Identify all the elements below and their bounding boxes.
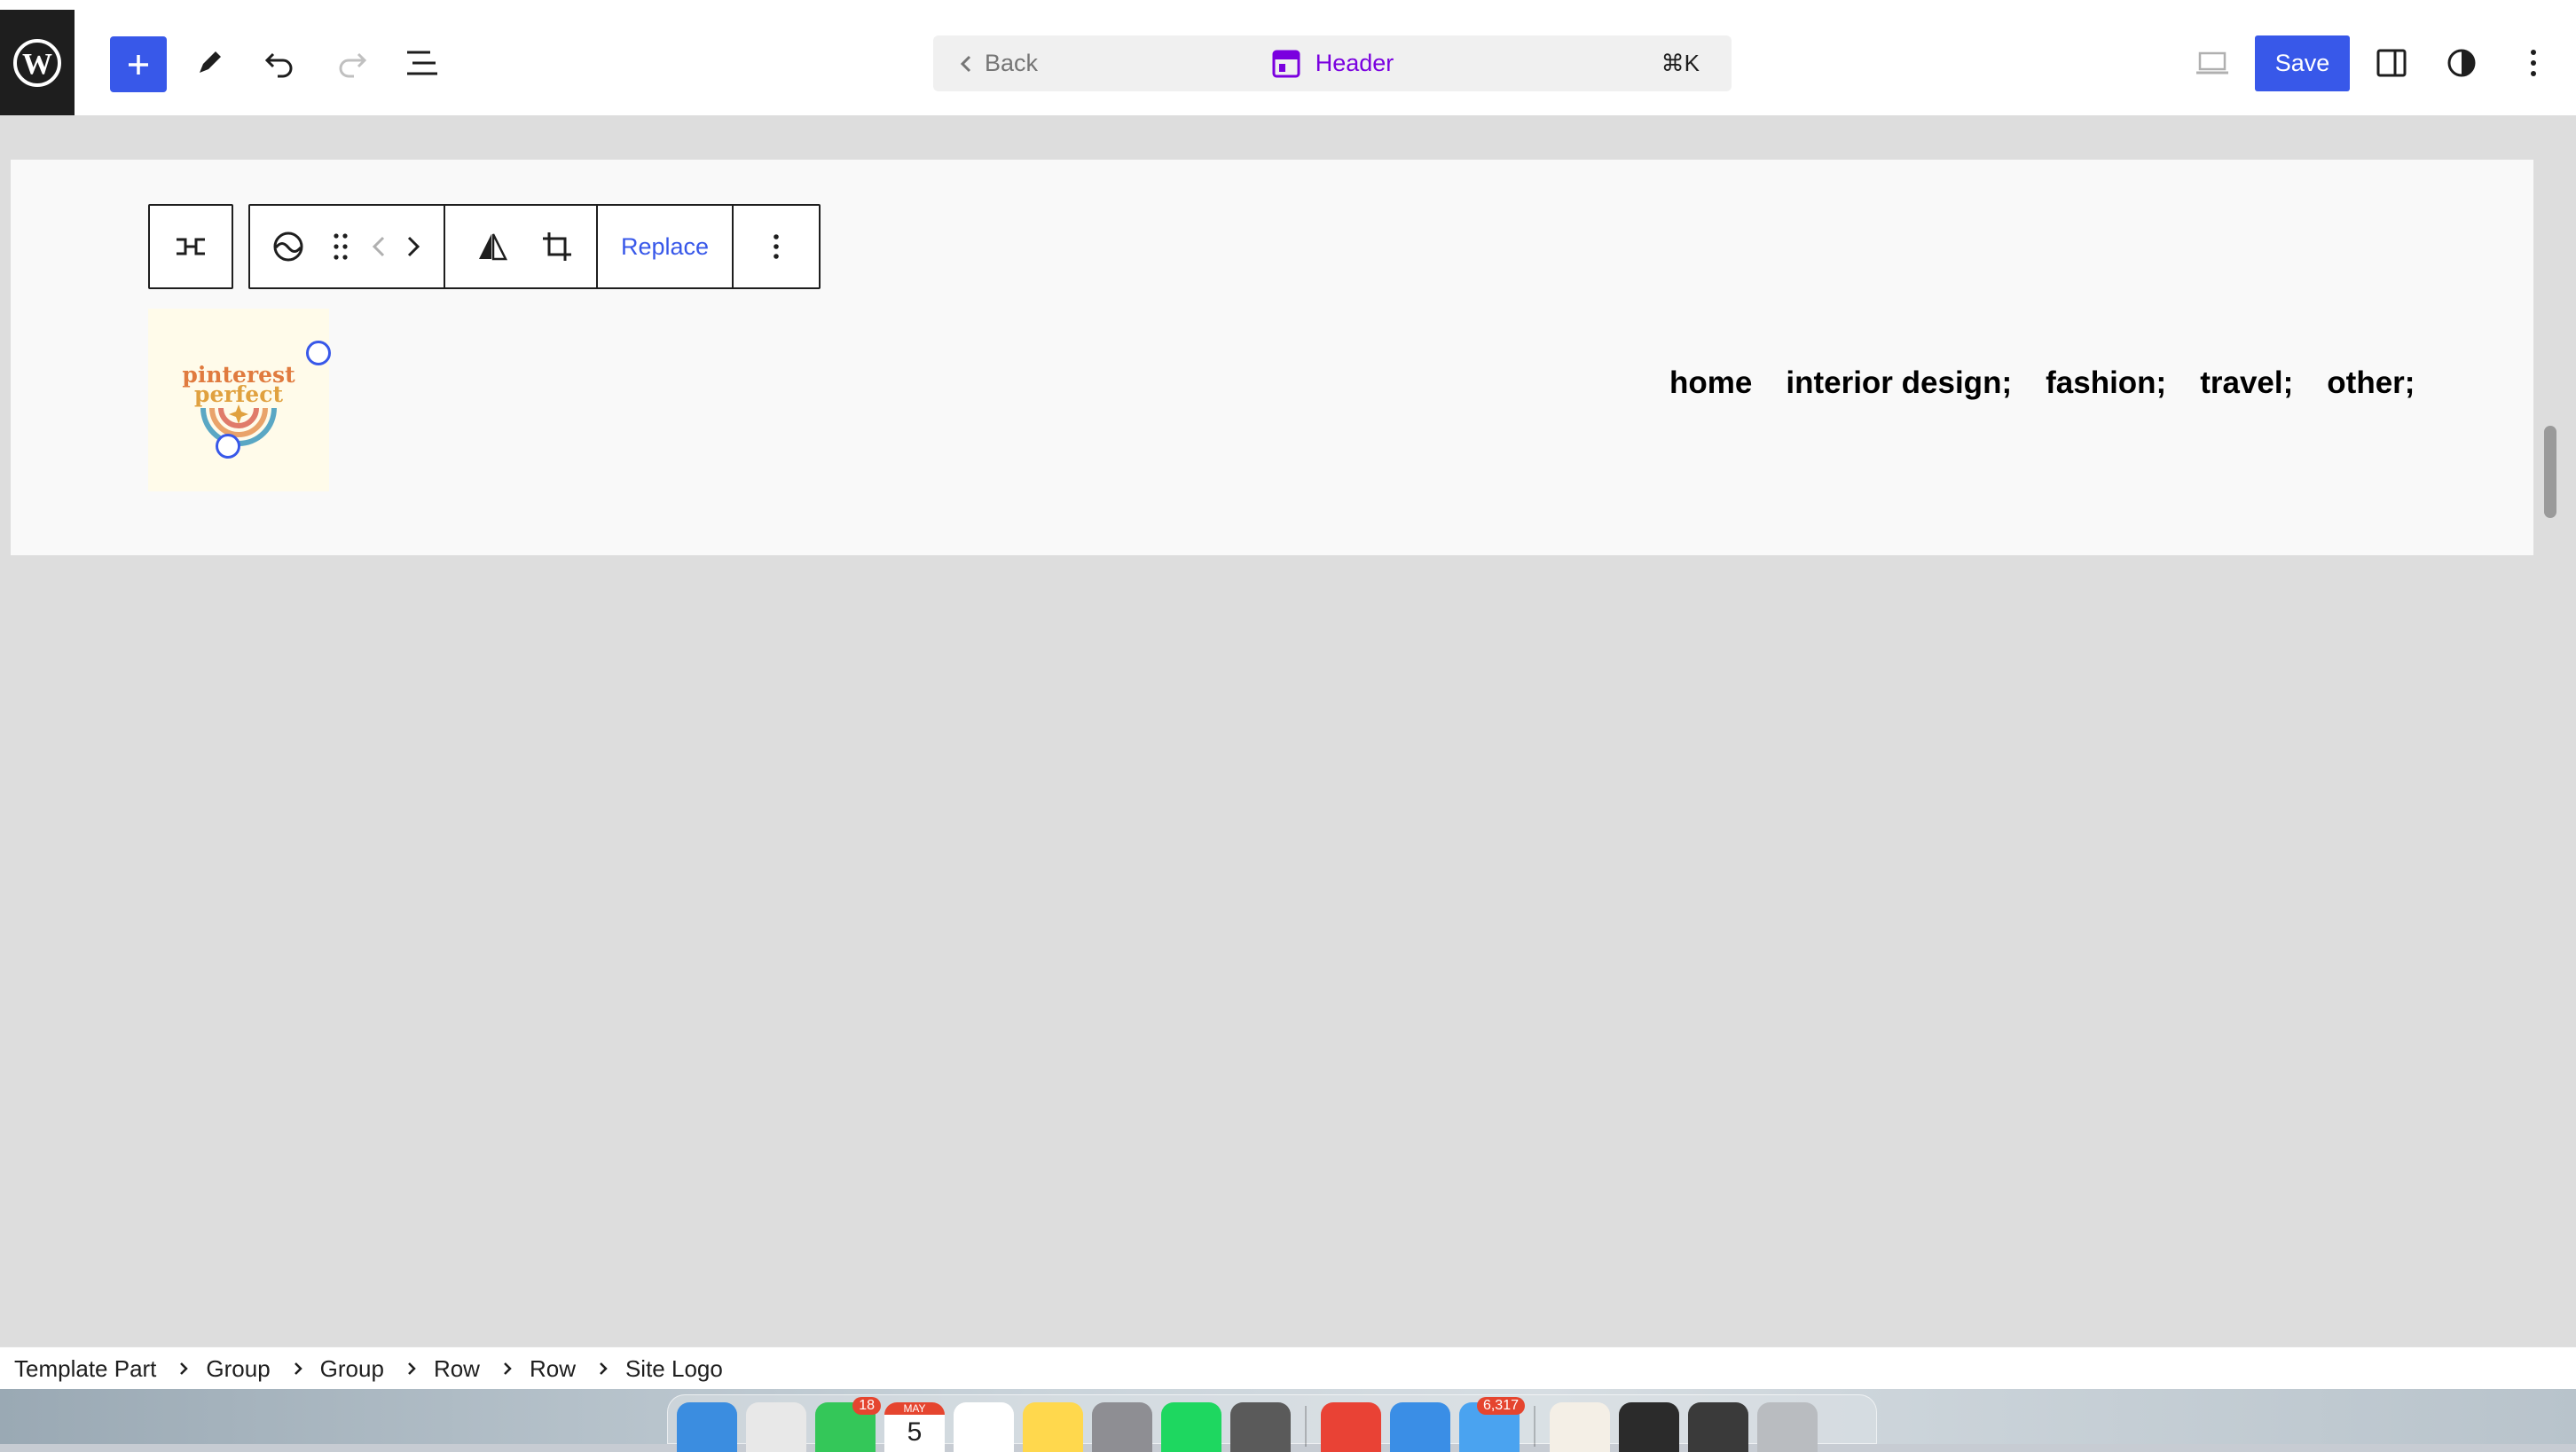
flip-button[interactable] bbox=[445, 206, 530, 287]
chrome-icon[interactable] bbox=[1321, 1402, 1381, 1452]
dock-divider bbox=[1305, 1406, 1307, 1447]
drag-handle-icon bbox=[333, 232, 349, 261]
safari-icon[interactable] bbox=[1390, 1402, 1450, 1452]
site-logo-line2: perfect bbox=[194, 381, 283, 407]
options-menu-button[interactable] bbox=[2507, 36, 2560, 90]
styles-button[interactable] bbox=[2435, 36, 2488, 90]
navigation-menu: home interior design; fashion; travel; o… bbox=[1669, 365, 2415, 401]
chevron-left-icon bbox=[372, 235, 386, 258]
chevron-right-icon bbox=[294, 1362, 302, 1376]
header-template-part[interactable]: Replace pinterest perfect home interior … bbox=[11, 160, 2533, 555]
svg-text:W: W bbox=[22, 48, 52, 81]
canvas-scrollbar[interactable] bbox=[2544, 426, 2556, 518]
nav-item-fashion[interactable]: fashion; bbox=[2046, 365, 2166, 401]
block-parent-group bbox=[148, 204, 233, 289]
chevron-right-icon bbox=[503, 1362, 512, 1376]
save-button[interactable]: Save bbox=[2255, 35, 2350, 91]
redo-button[interactable] bbox=[325, 36, 378, 90]
block-toolbar: Replace bbox=[148, 204, 821, 289]
breadcrumb-group[interactable]: Group bbox=[206, 1355, 270, 1383]
editor-top-bar: W Back Header ⌘K Save bbox=[0, 10, 2576, 115]
move-left-button[interactable] bbox=[364, 206, 394, 287]
chevron-right-icon bbox=[406, 235, 420, 258]
macos-dock: 18 MAY 5 6,317 bbox=[667, 1394, 1877, 1452]
crop-icon bbox=[541, 231, 573, 263]
drag-handle[interactable] bbox=[318, 206, 364, 287]
reminders-icon[interactable] bbox=[954, 1402, 1014, 1452]
launchpad-icon[interactable] bbox=[746, 1402, 806, 1452]
undo-icon bbox=[264, 47, 296, 79]
command-palette-bar[interactable]: Back Header ⌘K bbox=[933, 35, 1732, 91]
crop-button[interactable] bbox=[530, 206, 596, 287]
nav-item-other[interactable]: other; bbox=[2327, 365, 2415, 401]
document-overview-button[interactable] bbox=[396, 36, 449, 90]
template-part-title: Header bbox=[933, 35, 1732, 91]
more-vertical-icon bbox=[772, 233, 781, 260]
replace-button[interactable]: Replace bbox=[598, 206, 732, 287]
wordpress-logo-button[interactable]: W bbox=[0, 10, 75, 115]
editor-canvas: Replace pinterest perfect home interior … bbox=[0, 115, 2576, 1346]
flip-icon bbox=[476, 232, 508, 262]
select-parent-button[interactable] bbox=[150, 206, 232, 287]
wordpress-icon: W bbox=[12, 38, 62, 88]
move-right-button[interactable] bbox=[394, 206, 444, 287]
nav-item-travel[interactable]: travel; bbox=[2200, 365, 2293, 401]
document-thumbnail-icon[interactable] bbox=[1550, 1402, 1610, 1452]
dock-divider bbox=[1534, 1406, 1535, 1447]
template-part-name: Header bbox=[1315, 50, 1394, 76]
calendar-month: MAY bbox=[884, 1402, 945, 1415]
notification-badge: 18 bbox=[852, 1397, 881, 1415]
resize-handle-bottom[interactable] bbox=[216, 434, 240, 459]
trash-icon[interactable] bbox=[1757, 1402, 1818, 1452]
system-settings-icon[interactable] bbox=[1092, 1402, 1152, 1452]
undo-button[interactable] bbox=[254, 36, 307, 90]
notification-badge: 6,317 bbox=[1476, 1397, 1525, 1415]
messages-icon[interactable]: 18 bbox=[815, 1397, 881, 1452]
device-preview-button[interactable] bbox=[2186, 36, 2239, 90]
pencil-icon bbox=[194, 48, 224, 78]
spotify-icon[interactable] bbox=[1161, 1402, 1221, 1452]
chevron-right-icon bbox=[407, 1362, 416, 1376]
settings-sidebar-toggle[interactable] bbox=[2365, 36, 2418, 90]
tools-button[interactable] bbox=[183, 36, 236, 90]
calculator-icon[interactable] bbox=[1230, 1402, 1291, 1452]
command-shortcut: ⌘K bbox=[1661, 50, 1700, 76]
breadcrumb-row[interactable]: Row bbox=[434, 1355, 480, 1383]
calendar-day: 5 bbox=[907, 1417, 923, 1447]
mail-icon[interactable]: 6,317 bbox=[1459, 1397, 1525, 1452]
breadcrumb-template-part[interactable]: Template Part bbox=[14, 1355, 156, 1383]
finder-icon[interactable] bbox=[677, 1402, 737, 1452]
chevron-right-icon bbox=[599, 1362, 608, 1376]
screenshot-thumbnail-icon[interactable] bbox=[1619, 1402, 1679, 1452]
nav-item-interior-design[interactable]: interior design; bbox=[1786, 365, 2012, 401]
site-logo[interactable]: pinterest perfect bbox=[148, 309, 329, 491]
block-main-group: Replace bbox=[248, 204, 821, 289]
more-vertical-icon bbox=[2529, 48, 2538, 78]
breadcrumb-site-logo[interactable]: Site Logo bbox=[625, 1355, 723, 1383]
contrast-icon bbox=[2446, 47, 2478, 79]
screenshot-stack-icon[interactable] bbox=[1688, 1402, 1748, 1452]
plus-icon bbox=[125, 51, 152, 78]
laptop-icon bbox=[2195, 50, 2230, 76]
sidebar-icon bbox=[2376, 47, 2407, 79]
block-type-button[interactable] bbox=[250, 206, 318, 287]
breadcrumb-group[interactable]: Group bbox=[320, 1355, 384, 1383]
notes-icon[interactable] bbox=[1023, 1402, 1083, 1452]
list-view-icon bbox=[405, 50, 439, 76]
chevron-right-icon bbox=[179, 1362, 189, 1376]
breadcrumb-row[interactable]: Row bbox=[530, 1355, 576, 1383]
nav-item-home[interactable]: home bbox=[1669, 365, 1752, 401]
site-logo-icon bbox=[271, 230, 305, 263]
header-template-icon bbox=[1271, 49, 1301, 79]
block-options-button[interactable] bbox=[734, 206, 819, 287]
parent-block-icon bbox=[175, 236, 207, 257]
redo-icon bbox=[335, 47, 367, 79]
block-breadcrumb: Template Part Group Group Row Row Site L… bbox=[0, 1346, 2576, 1390]
calendar-icon[interactable]: MAY 5 bbox=[884, 1402, 945, 1452]
add-block-button[interactable] bbox=[110, 36, 167, 92]
resize-handle-right[interactable] bbox=[306, 341, 331, 365]
